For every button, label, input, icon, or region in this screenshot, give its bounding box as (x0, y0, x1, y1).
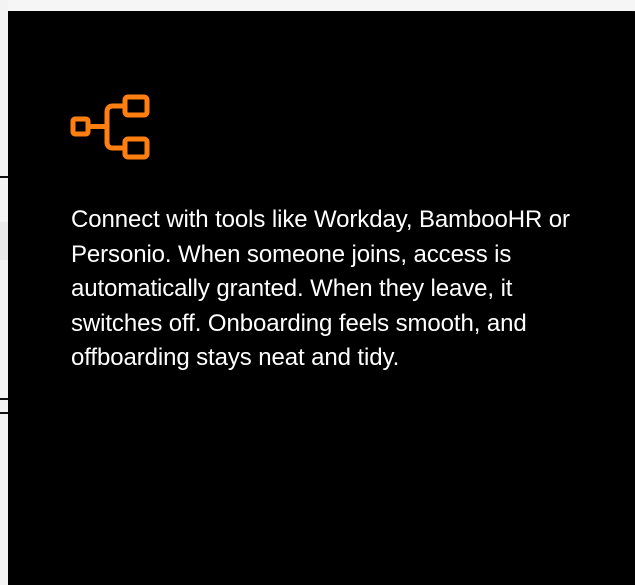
background-mark (0, 176, 8, 178)
background-mark (0, 398, 8, 400)
feature-description: Connect with tools like Workday, BambooH… (71, 206, 570, 371)
background-shade (0, 222, 8, 260)
page: Connect with tools like Workday, BambooH… (0, 0, 635, 585)
background-mark (0, 412, 8, 414)
hierarchy-connection-icon (70, 94, 150, 160)
feature-card: Connect with tools like Workday, BambooH… (8, 11, 635, 585)
background-page-edge (0, 0, 8, 585)
